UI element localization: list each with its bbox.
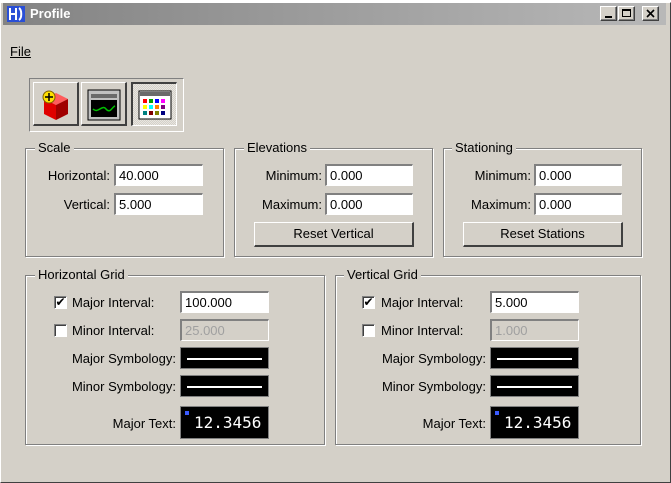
station-maximum-label: Maximum: <box>471 197 531 212</box>
horizontal-minor-symbology-label: Minor Symbology: <box>71 379 176 394</box>
toolbar-button-locate[interactable] <box>33 82 79 126</box>
toolbar-button-symbology[interactable] <box>131 82 177 126</box>
vertical-scale-label: Vertical: <box>63 197 110 212</box>
profile-window-icon <box>87 89 121 121</box>
horizontal-major-interval-label: Major Interval: <box>72 295 155 310</box>
horizontal-major-symbology-swatch[interactable] <box>180 347 269 369</box>
vertical-major-symbology-label: Major Symbology: <box>381 351 486 366</box>
vertical-scale-input[interactable]: 5.000 <box>114 193 203 215</box>
elevation-maximum-label: Maximum: <box>262 197 322 212</box>
vertical-major-interval-label: Major Interval: <box>381 295 464 310</box>
horizontal-scale-input[interactable]: 40.000 <box>114 164 203 186</box>
horizontal-major-interval-checkbox[interactable]: ✔ <box>54 296 67 309</box>
horizontal-minor-interval-input[interactable]: 25.000 <box>180 319 269 341</box>
vertical-major-text-label: Major Text: <box>422 416 486 431</box>
minimize-icon <box>605 16 612 18</box>
station-minimum-input[interactable]: 0.000 <box>534 164 622 186</box>
close-icon <box>646 9 655 18</box>
horizontal-major-symbology-label: Major Symbology: <box>71 351 176 366</box>
maximize-button[interactable] <box>618 6 635 21</box>
reset-vertical-button[interactable]: Reset Vertical <box>254 222 414 247</box>
checkmark-icon: ✔ <box>363 295 374 309</box>
vertical-major-symbology-swatch[interactable] <box>490 347 579 369</box>
horizontal-scale-label: Horizontal: <box>47 168 110 183</box>
vertical-minor-symbology-swatch[interactable] <box>490 375 579 397</box>
horizontal-minor-interval-label: Minor Interval: <box>72 323 155 338</box>
vertical-major-interval-input[interactable]: 5.000 <box>490 291 579 313</box>
color-palette-icon <box>138 90 172 120</box>
vertical-major-text-sample[interactable]: 12.3456 <box>490 406 579 439</box>
horizontal-grid-title: Horizontal Grid <box>35 267 128 282</box>
close-button[interactable] <box>642 6 659 21</box>
vertical-minor-interval-input[interactable]: 1.000 <box>490 319 579 341</box>
scale-group-title: Scale <box>35 140 74 155</box>
window-title: Profile <box>30 6 71 21</box>
minimize-button[interactable] <box>600 6 617 21</box>
vertical-grid-title: Vertical Grid <box>344 267 421 282</box>
menu-file[interactable]: File <box>10 44 31 59</box>
title-bar[interactable]: Profile <box>3 3 666 25</box>
horizontal-major-text-sample[interactable]: 12.3456 <box>180 406 269 439</box>
profile-app-icon <box>7 6 25 22</box>
horizontal-major-text-label: Major Text: <box>112 416 176 431</box>
horizontal-minor-interval-checkbox[interactable] <box>54 324 67 337</box>
vertical-major-interval-checkbox[interactable]: ✔ <box>362 296 375 309</box>
reset-stations-button[interactable]: Reset Stations <box>463 222 623 247</box>
elevations-group-title: Elevations <box>244 140 310 155</box>
station-minimum-label: Minimum: <box>474 168 531 183</box>
checkmark-icon: ✔ <box>55 295 66 309</box>
horizontal-major-interval-input[interactable]: 100.000 <box>180 291 269 313</box>
horizontal-minor-symbology-swatch[interactable] <box>180 375 269 397</box>
vertical-minor-interval-checkbox[interactable] <box>362 324 375 337</box>
toolbar-button-profile[interactable] <box>81 82 127 126</box>
vertical-minor-symbology-label: Minor Symbology: <box>381 379 486 394</box>
elevation-minimum-input[interactable]: 0.000 <box>325 164 413 186</box>
maximize-icon <box>622 9 631 17</box>
cube-marker-icon <box>42 90 68 120</box>
elevation-minimum-label: Minimum: <box>265 168 322 183</box>
elevation-maximum-input[interactable]: 0.000 <box>325 193 413 215</box>
stationing-group-title: Stationing <box>452 140 516 155</box>
station-maximum-input[interactable]: 0.000 <box>534 193 622 215</box>
vertical-minor-interval-label: Minor Interval: <box>381 323 464 338</box>
